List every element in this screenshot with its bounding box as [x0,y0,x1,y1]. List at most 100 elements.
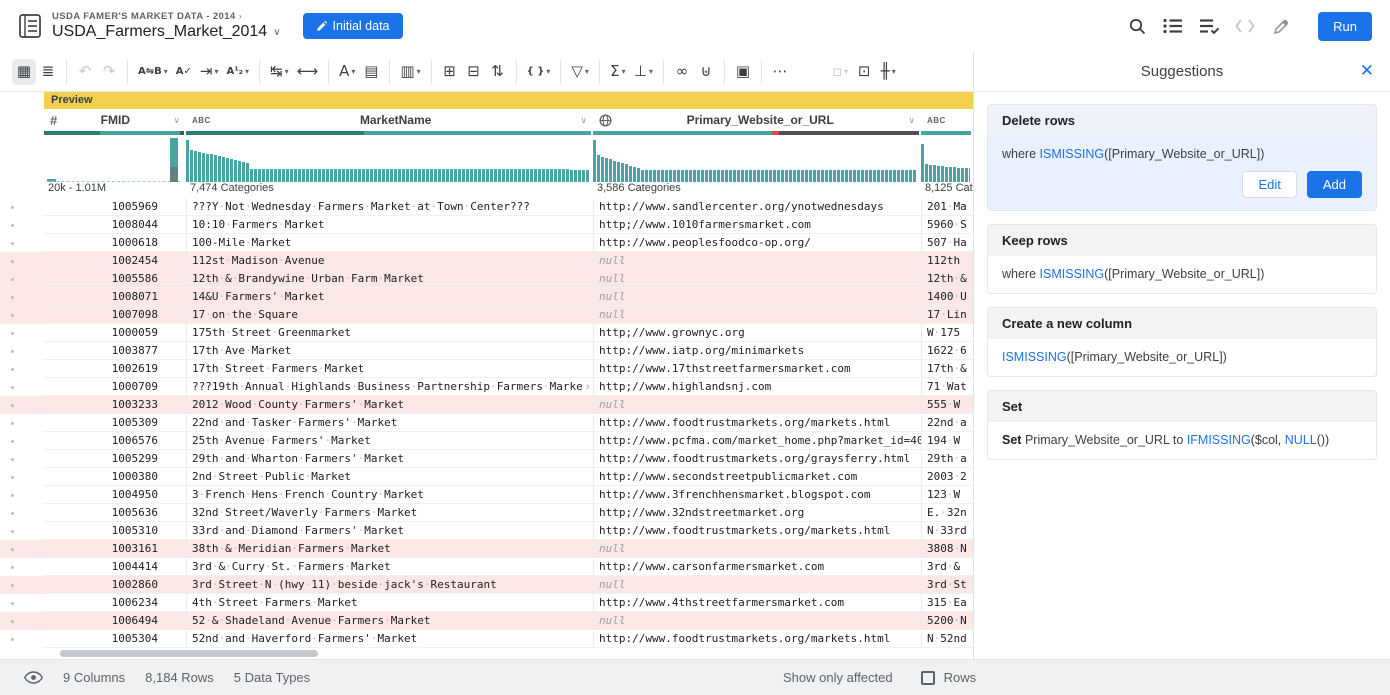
format-button[interactable]: A▾ [335,59,359,85]
cell-marketname[interactable]: 2012·Wood·County·Farmers'·Market [186,396,593,414]
table-row[interactable]: 100563632nd·Street/Waverly·Farmers·Marke… [0,504,973,522]
suggestion-card[interactable]: Delete rowswhere ISMISSING([Primary_Webs… [987,104,1377,211]
cell-marketname[interactable]: 38th·&·Meridian·Farmers·Market [186,540,593,558]
column-header-address[interactable]: ABC [921,109,973,131]
cell-fmid[interactable]: 1007098 [44,306,186,324]
row-marker[interactable] [0,288,44,306]
close-icon[interactable]: ✕ [1360,62,1374,79]
cell-fmid[interactable]: 1005636 [44,504,186,522]
cell-address[interactable]: 12th·& [921,270,973,288]
row-marker[interactable] [0,630,44,648]
table-row[interactable]: 1005969???Y·Not·Wednesday·Farmers·Market… [0,198,973,216]
row-marker[interactable] [0,216,44,234]
steps-check-icon[interactable] [1198,15,1220,37]
table-row[interactable]: 1000709???19th·Annual·Highlands·Business… [0,378,973,396]
cell-fmid[interactable]: 1005299 [44,450,186,468]
functions-button[interactable]: { }▾ [523,59,555,85]
column-menu-icon[interactable]: ∨ [580,115,587,126]
recipe-list-icon[interactable] [1162,15,1184,37]
row-marker[interactable] [0,234,44,252]
run-button[interactable]: Run [1318,12,1372,41]
cell-address[interactable]: 2003·2 [921,468,973,486]
union-button[interactable]: ⊎ [694,59,718,85]
cell-address[interactable]: 507·Ha [921,234,973,252]
cell-url[interactable]: http;//www.grownyc.org [593,324,921,342]
cell-marketname[interactable]: 17th·Street·Farmers·Market [186,360,593,378]
column-header-fmid[interactable]: # FMID ∨ [44,109,186,131]
cell-marketname[interactable]: ???19th·Annual·Highlands·Business·Partne… [186,378,593,396]
quality-bar[interactable] [186,131,591,135]
table-row[interactable]: 10062344th·Street·Farmers·Markethttp://w… [0,594,973,612]
split-column-button[interactable]: ↹▾ [266,59,293,85]
row-marker[interactable] [0,252,44,270]
cell-marketname[interactable]: 100-Mile·Market [186,234,593,252]
table-row[interactable]: 10049503·French·Hens·French·Country·Mark… [0,486,973,504]
edit-suggestion-button[interactable]: Edit [1242,171,1296,198]
more-button[interactable]: ⋯ [768,59,792,85]
cell-url[interactable]: http://www.sandlercenter.org/ynotwednesd… [593,198,921,216]
column-menu-icon[interactable]: ∨ [908,115,915,126]
table-row[interactable]: 1000618100-Mile·Markethttp://www.peoples… [0,234,973,252]
cell-marketname[interactable]: 2nd·Street·Public·Market [186,468,593,486]
cell-fmid[interactable]: 1000709 [44,378,186,396]
cell-address[interactable]: 201·Ma [921,198,973,216]
cell-address[interactable]: 123·W [921,486,973,504]
cell-address[interactable]: 17th·& [921,360,973,378]
cell-marketname[interactable]: 52nd·and·Haverford·Farmers'·Market [186,630,593,648]
histogram-url[interactable] [593,137,918,182]
row-marker[interactable] [0,504,44,522]
standardize-button[interactable]: A⇋B▾ [134,59,172,85]
search-icon[interactable] [1126,15,1148,37]
cell-url[interactable]: http;//www.1010farmersmarket.com [593,216,921,234]
cell-url[interactable]: http://www.pcfma.com/market_home.php?mar… [593,432,921,450]
cell-fmid[interactable]: 1006494 [44,612,186,630]
cell-marketname[interactable]: 4th·Street·Farmers·Market [186,594,593,612]
list-view-button[interactable]: ≣ [36,59,60,85]
title-dropdown-icon[interactable]: ∨ [273,27,280,38]
cell-fmid[interactable]: 1000380 [44,468,186,486]
cell-marketname[interactable]: 52·&·Shadeland·Avenue·Farmers·Market [186,612,593,630]
cell-fmid[interactable]: 1003161 [44,540,186,558]
row-marker[interactable] [0,342,44,360]
cell-url[interactable]: null [593,252,921,270]
table-row[interactable]: 100709817·on·the·Squarenull17·Lin [0,306,973,324]
cell-url[interactable]: http://www.foodtrustmarkets.org/graysfer… [593,450,921,468]
histogram-address[interactable] [921,137,970,182]
table-row[interactable]: 10003802nd·Street·Public·Markethttp://ww… [0,468,973,486]
cell-address[interactable]: W·175 [921,324,973,342]
transpose-button[interactable]: ⇅ [486,59,510,85]
cell-marketname[interactable]: 17·on·the·Square [186,306,593,324]
eye-icon[interactable] [24,671,43,684]
table-row[interactable]: 1000059175th·Street·Greenmarkethttp;//ww… [0,324,973,342]
cell-url[interactable]: http://www.carsonfarmersmarket.com [593,558,921,576]
add-suggestion-button[interactable]: Add [1307,171,1362,198]
cell-fmid[interactable]: 1000618 [44,234,186,252]
row-marker[interactable] [0,486,44,504]
cell-marketname[interactable]: 32nd·Street/Waverly·Farmers·Market [186,504,593,522]
cell-marketname[interactable]: 14&U·Farmers'·Market [186,288,593,306]
cell-fmid[interactable]: 1004414 [44,558,186,576]
cell-url[interactable]: http;//www.highlandsnj.com [593,378,921,396]
table-row[interactable]: 100558612th·&·Brandywine·Urban·Farm·Mark… [0,270,973,288]
row-marker[interactable] [0,522,44,540]
row-marker[interactable] [0,576,44,594]
cell-fmid[interactable]: 1005304 [44,630,186,648]
table-row[interactable]: 1002454112st·Madison·Avenuenull112th [0,252,973,270]
quality-bar[interactable] [921,131,971,135]
row-marker[interactable] [0,594,44,612]
edit-column-button[interactable]: ▤ [359,59,383,85]
table-row[interactable]: 100529929th·and·Wharton·Farmers'·Marketh… [0,450,973,468]
row-marker[interactable] [0,558,44,576]
cell-marketname[interactable]: 3rd·Street·N·(hwy·11)·beside·jack's·Rest… [186,576,593,594]
grid-view-button[interactable]: ▦ [12,59,36,85]
cell-marketname[interactable]: 22nd·and·Tasker·Farmers'·Market [186,414,593,432]
cell-fmid[interactable]: 1005969 [44,198,186,216]
cell-address[interactable]: 3rd·St [921,576,973,594]
table-row[interactable]: 100649452·&·Shadeland·Avenue·Farmers·Mar… [0,612,973,630]
cell-address[interactable]: 3rd·& [921,558,973,576]
row-marker[interactable] [0,360,44,378]
row-marker[interactable] [0,612,44,630]
cell-address[interactable]: 17·Lin [921,306,973,324]
cell-url[interactable]: null [593,396,921,414]
cell-url[interactable]: http://www.iatp.org/minimarkets [593,342,921,360]
